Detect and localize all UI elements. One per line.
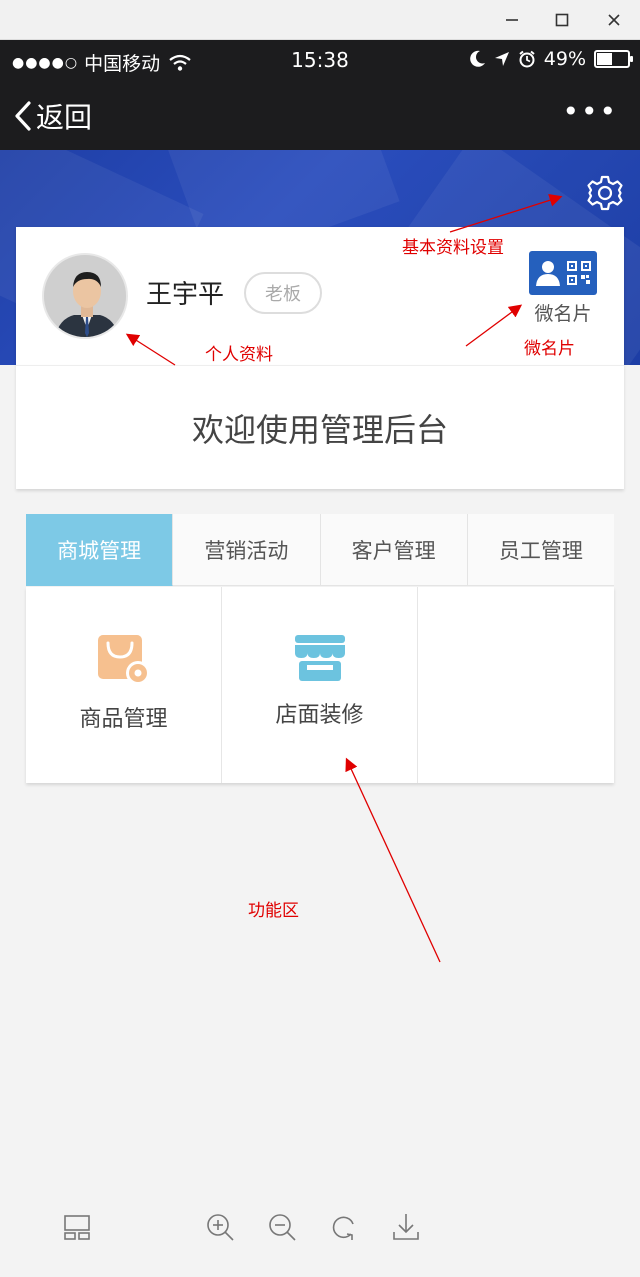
rotate-icon[interactable] <box>327 1210 361 1244</box>
back-label: 返回 <box>36 101 93 134</box>
download-icon[interactable] <box>389 1210 423 1244</box>
micro-card-button[interactable]: 微名片 <box>528 251 598 326</box>
annotation-arrow-functions <box>345 757 441 963</box>
phone-status-bar: ●●●●○ 中国移动 15:38 49% <box>0 40 640 80</box>
function-label: 店面装修 <box>275 703 364 728</box>
maximize-icon[interactable] <box>548 6 576 34</box>
tab-marketing-activities[interactable]: 营销活动 <box>173 514 321 586</box>
moon-icon <box>469 50 485 67</box>
settings-gear-icon[interactable] <box>586 174 624 212</box>
chevron-left-icon <box>15 101 31 131</box>
more-menu-button[interactable]: ••• <box>562 98 618 126</box>
avatar[interactable] <box>42 253 128 339</box>
location-arrow-icon <box>494 52 509 66</box>
annotation-profile: 个人资料 <box>205 345 273 365</box>
user-name: 王宇平 <box>146 280 225 310</box>
function-grid: 商品管理 店面装修 <box>26 587 614 783</box>
zoom-in-icon[interactable] <box>203 1210 237 1244</box>
battery-icon <box>594 50 633 68</box>
role-badge: 老板 <box>244 272 322 314</box>
minimize-icon[interactable] <box>498 6 526 34</box>
nav-bar: 返回 ••• <box>0 80 640 150</box>
micro-card-label: 微名片 <box>534 303 592 325</box>
function-label: 商品管理 <box>79 707 168 732</box>
close-icon[interactable] <box>600 6 628 34</box>
window-title-bar <box>0 0 640 40</box>
battery-percent: 49% <box>543 48 586 70</box>
category-tabs: 商城管理 营销活动 客户管理 员工管理 <box>26 514 614 586</box>
function-product-management[interactable]: 商品管理 <box>26 587 222 783</box>
tab-mall-management[interactable]: 商城管理 <box>26 514 174 586</box>
tab-staff-management[interactable]: 员工管理 <box>467 514 614 586</box>
business-card-icon <box>529 251 597 295</box>
status-right: 49% <box>469 48 633 70</box>
battery-fill <box>597 53 612 65</box>
annotation-functions: 功能区 <box>248 901 299 921</box>
tab-customer-management[interactable]: 客户管理 <box>320 514 468 586</box>
avatar-photo <box>44 255 126 337</box>
storefront-icon <box>294 635 345 681</box>
zoom-out-icon[interactable] <box>265 1210 299 1244</box>
annotation-settings: 基本资料设置 <box>402 238 504 258</box>
function-store-decoration[interactable]: 店面装修 <box>222 587 418 783</box>
function-empty-slot <box>418 587 614 783</box>
annotation-card: 微名片 <box>524 339 575 359</box>
back-button[interactable]: 返回 <box>14 96 92 136</box>
thumbnails-icon[interactable] <box>60 1210 94 1244</box>
shopping-bag-gear-icon <box>97 635 150 685</box>
alarm-icon <box>519 50 535 68</box>
welcome-panel: 欢迎使用管理后台 <box>16 365 624 489</box>
viewer-toolbar <box>0 1180 640 1277</box>
